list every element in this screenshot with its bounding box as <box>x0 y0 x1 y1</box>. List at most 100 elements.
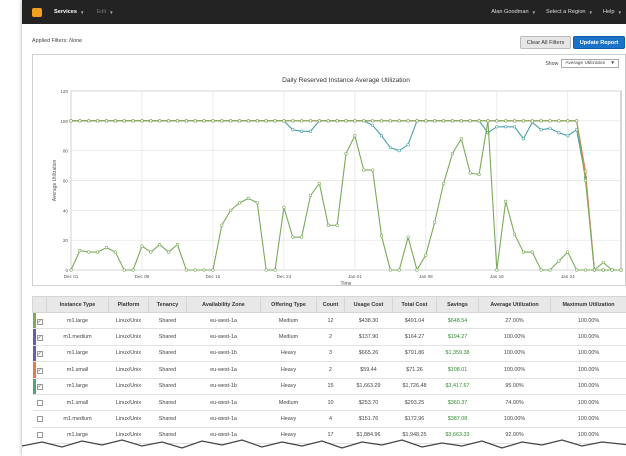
chevron-down-icon: ▼ <box>80 9 85 15</box>
show-label: Show <box>545 60 559 67</box>
data-point <box>131 268 135 272</box>
data-point <box>495 119 499 123</box>
table-cell: 100.00% <box>478 328 551 346</box>
table-cell: $59.44 <box>344 361 393 379</box>
column-header[interactable]: Average Utilization <box>478 296 551 313</box>
column-header[interactable]: Platform <box>108 296 149 313</box>
data-point <box>512 119 517 123</box>
data-point <box>504 119 508 123</box>
data-point <box>557 131 561 135</box>
table-row[interactable]: ✓ m1.small Linux/Unix Shared eu-west-1a Heavy… <box>32 361 626 379</box>
data-point <box>415 119 419 123</box>
column-header[interactable]: Offering Type <box>260 296 317 313</box>
table-cell: Shared <box>148 378 187 395</box>
column-header[interactable]: Maximum Utilization <box>550 296 626 313</box>
table-cell: $108.01 <box>436 361 479 379</box>
row-checkbox[interactable]: ✓ <box>36 367 43 374</box>
region-label: Select a Region <box>546 9 586 15</box>
data-point <box>344 152 348 156</box>
table-row[interactable]: ✓ m1.large Linux/Unix Shared eu-west-1a Mediu… <box>32 312 626 330</box>
row-checkbox[interactable]: ✓ <box>36 384 43 391</box>
data-point <box>566 250 570 254</box>
table-cell: $1,359.38 <box>436 345 479 363</box>
table-cell: Linux/Unix <box>108 312 149 330</box>
row-checkbox[interactable] <box>36 399 43 406</box>
data-point <box>140 119 144 123</box>
row-select-cell <box>32 394 47 412</box>
data-point <box>344 119 348 123</box>
data-point <box>441 181 446 186</box>
table-cell: 100.00% <box>550 394 626 412</box>
data-point <box>122 268 126 272</box>
data-point <box>291 235 295 239</box>
row-checkbox[interactable]: ✓ <box>36 351 43 358</box>
column-header[interactable]: Instance Type <box>46 296 109 313</box>
data-point <box>379 134 384 138</box>
table-cell: $164.27 <box>392 328 437 346</box>
data-point <box>211 268 215 272</box>
data-point <box>202 119 206 123</box>
data-point <box>486 119 490 123</box>
data-point <box>184 119 188 123</box>
table-row[interactable]: m1.small Linux/Unix Shared eu-west-1a Medium… <box>32 394 626 412</box>
update-report-button[interactable]: Update Report <box>573 36 625 49</box>
aws-logo-icon[interactable] <box>32 7 42 17</box>
data-point <box>548 119 552 123</box>
column-header <box>32 296 47 313</box>
data-point <box>335 223 339 227</box>
instances-table: Instance Type Platform Tenancy Availability… <box>32 296 626 456</box>
data-point <box>237 119 242 123</box>
column-header[interactable]: Total Cost <box>392 296 437 313</box>
show-select[interactable]: Average Utilization ▼ <box>561 59 619 68</box>
user-menu[interactable]: Alan Goodman ▼ <box>491 9 536 15</box>
column-header[interactable]: Count <box>316 296 345 313</box>
table-cell: Linux/Unix <box>108 378 149 395</box>
x-axis-label: Time <box>341 281 352 287</box>
data-point <box>308 129 313 133</box>
table-header-row: Instance Type Platform Tenancy Availability… <box>32 296 626 313</box>
services-menu[interactable]: Services ▼ <box>54 9 85 15</box>
table-cell: 100.00% <box>478 410 551 428</box>
chevron-down-icon: ▼ <box>610 61 615 66</box>
table-cell: eu-west-1a <box>186 394 261 412</box>
row-checkbox[interactable] <box>36 416 43 423</box>
chevron-down-icon: ▼ <box>109 9 114 15</box>
data-point <box>601 268 605 272</box>
help-menu[interactable]: Help ▼ <box>603 9 622 15</box>
column-header[interactable]: Availability Zone <box>186 296 261 313</box>
table-row[interactable]: ✓ m1.large Linux/Unix Shared eu-west-1b Heavy… <box>32 345 626 363</box>
data-point <box>69 268 73 272</box>
clear-all-filters-button[interactable]: Clear All Filters <box>520 36 571 49</box>
row-checkbox[interactable]: ✓ <box>36 318 43 325</box>
table-cell: 74.00% <box>478 394 551 412</box>
table-row[interactable]: m1.medium Linux/Unix Shared eu-west-1a Heavy… <box>32 410 626 428</box>
applied-filters: Applied Filters: None <box>32 38 82 44</box>
series-color-swatch <box>32 313 36 328</box>
table-cell: Heavy <box>260 345 317 363</box>
data-point <box>424 253 428 257</box>
data-point <box>273 119 277 123</box>
user-label: Alan Goodman <box>491 9 529 15</box>
region-menu[interactable]: Select a Region ▼ <box>546 9 593 15</box>
data-point <box>113 250 117 254</box>
data-point <box>521 119 526 123</box>
data-point <box>557 259 561 263</box>
data-point <box>388 268 392 272</box>
data-point <box>495 125 499 129</box>
table-cell: $491.04 <box>392 312 437 330</box>
data-point <box>371 168 375 172</box>
column-header[interactable]: Usage Cost <box>344 296 393 313</box>
edit-menu[interactable]: Edit ▼ <box>97 9 114 15</box>
table-row[interactable]: ✓ m1.large Linux/Unix Shared eu-west-1b Heavy… <box>32 378 626 395</box>
row-checkbox[interactable]: ✓ <box>36 335 43 342</box>
data-point <box>255 201 259 205</box>
data-point <box>406 143 410 147</box>
series-color-swatch <box>32 345 36 361</box>
column-header[interactable]: Tenancy <box>148 296 187 313</box>
data-point <box>406 235 410 239</box>
table-row[interactable]: ✓ m1.medium Linux/Unix Shared eu-west-1a Medi… <box>32 328 626 346</box>
column-header[interactable]: Savings <box>436 296 479 313</box>
data-point <box>282 119 286 123</box>
row-select-cell: ✓ <box>32 361 47 379</box>
data-point <box>113 119 117 123</box>
